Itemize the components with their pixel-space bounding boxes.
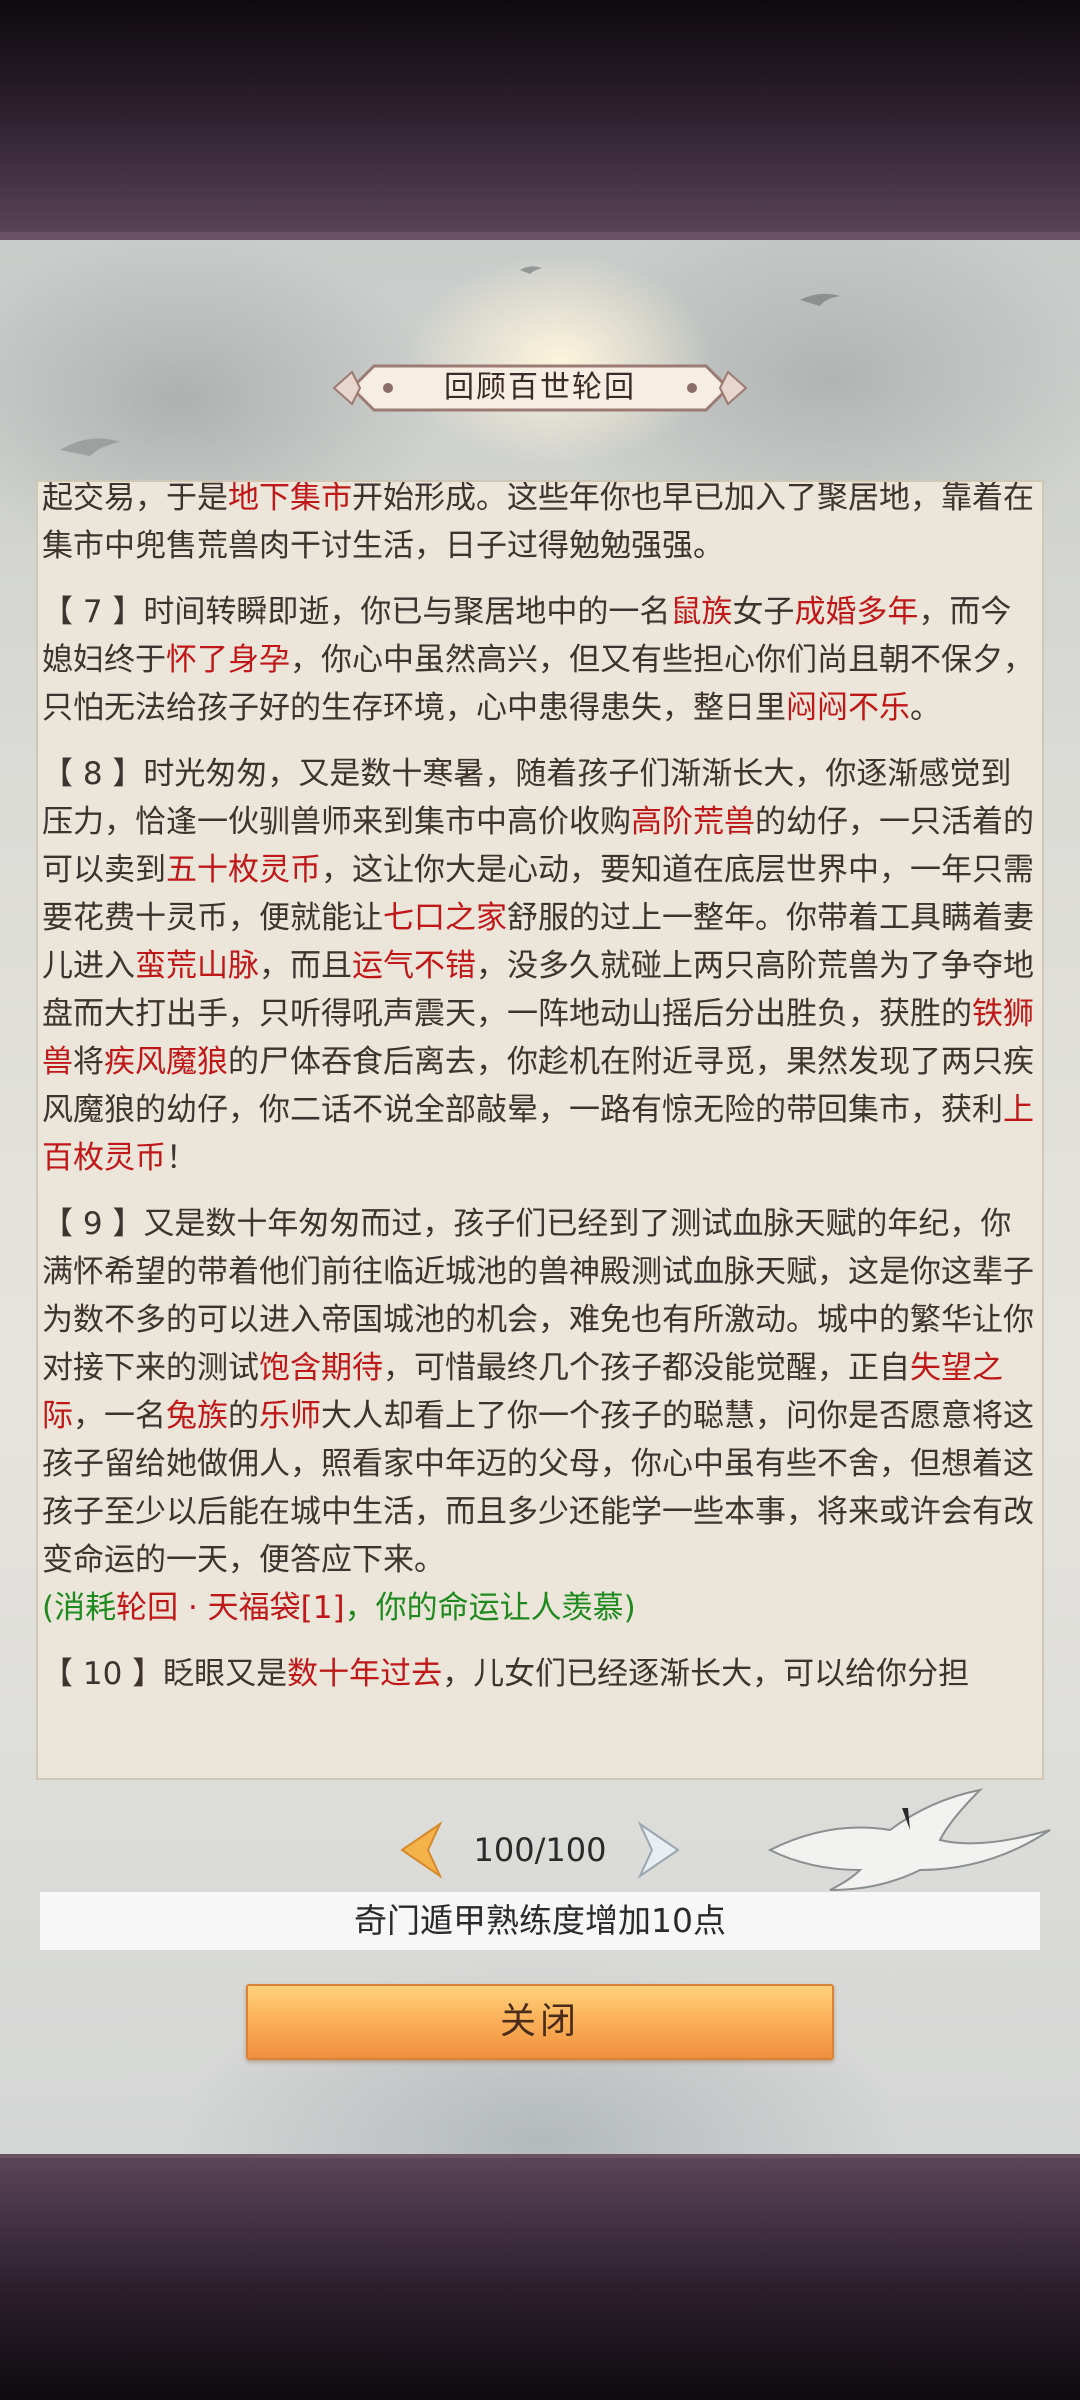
story-paragraph-9: 【 9 】又是数十年匆匆而过，孩子们已经到了测试血脉天赋的年纪，你满怀希望的带着… [42, 1200, 1042, 1584]
story-scroll-area[interactable]: 起交易，于是地下集市开始形成。这些年你也早已加入了聚居地，靠着在集市中兜售荒兽肉… [36, 480, 1044, 1780]
highlighted-term: 高阶荒兽 [631, 804, 755, 840]
highlighted-term: 成婚多年 [794, 594, 919, 630]
highlighted-term: 疾风魔狼 [104, 1044, 228, 1080]
story-text-segment: ，你的命运让人羡慕) [344, 1590, 636, 1626]
close-button[interactable]: 关闭 [246, 1984, 834, 2060]
highlighted-term: 闷闷不乐 [786, 690, 910, 726]
story-paragraph-intro: 起交易，于是地下集市开始形成。这些年你也早已加入了聚居地，靠着在集市中兜售荒兽肉… [42, 480, 1042, 570]
chevron-left-icon [400, 1821, 443, 1879]
story-paragraph-10: 【 10 】眨眼又是数十年过去，儿女们已经逐渐长大，可以给你分担 [42, 1650, 1042, 1698]
pager: 100/100 [0, 1820, 1080, 1880]
highlighted-term: 蛮荒山脉 [135, 948, 259, 984]
reward-message: 奇门遁甲熟练度增加10点 [40, 1892, 1040, 1950]
story-text-segment: 起交易，于是 [42, 480, 228, 516]
chevron-right-icon [637, 1821, 680, 1879]
story-text-segment: 女子 [732, 594, 795, 630]
highlighted-term: 兔族 [166, 1398, 228, 1434]
next-page-button[interactable] [632, 1820, 688, 1880]
frame-top-edge [0, 232, 1080, 240]
story-text-segment: 【 10 】眨眼又是 [42, 1656, 288, 1692]
story-text-segment: 的 [228, 1398, 259, 1434]
story-text-segment: (消耗 [42, 1590, 117, 1626]
highlighted-term: 地下集市 [228, 480, 352, 516]
review-dialog: 回顾百世轮回 起交易，于是地下集市开始形成。这些年你也早已加入了聚居地，靠着在集… [0, 240, 1080, 2154]
page-indicator: 100/100 [473, 1831, 607, 1869]
story-note-9: (消耗轮回 · 天福袋[1]，你的命运让人羡慕) [42, 1584, 1042, 1632]
story-text-segment: ，儿女们已经逐渐长大，可以给你分担 [442, 1656, 970, 1692]
highlighted-term: 轮回 · 天福袋[1] [116, 1590, 345, 1626]
highlighted-term: 鼠族 [670, 594, 733, 630]
story-text-segment: ！ [166, 1140, 197, 1176]
story-text-segment: ，一名 [73, 1398, 166, 1434]
highlighted-term: 五十枚灵币 [166, 852, 321, 888]
dialog-title: 回顾百世轮回 [444, 370, 636, 405]
story-text-segment: 【 7 】时间转瞬即逝，你已与聚居地中的一名 [42, 594, 671, 630]
story-text-segment: ，而且 [259, 948, 352, 984]
bottom-background [0, 2158, 1080, 2400]
story-paragraph-7: 【 7 】时间转瞬即逝，你已与聚居地中的一名鼠族女子成婚多年，而今媳妇终于怀了身… [42, 588, 1042, 732]
story-text-segment: 。 [910, 690, 941, 726]
prev-page-button[interactable] [392, 1820, 448, 1880]
story-text-segment: 将 [73, 1044, 104, 1080]
highlighted-term: 运气不错 [352, 948, 476, 984]
highlighted-term: 七口之家 [383, 900, 507, 936]
highlighted-term: 乐师 [259, 1398, 321, 1434]
story-text-segment: ，可惜最终几个孩子都没能觉醒，正自 [383, 1350, 910, 1386]
top-background [0, 0, 1080, 238]
highlighted-term: 饱含期待 [259, 1350, 383, 1386]
title-banner: 回顾百世轮回 [330, 352, 750, 424]
story-paragraph-8: 【 8 】时光匆匆，又是数十寒暑，随着孩子们渐渐长大，你逐渐感觉到压力，恰逢一伙… [42, 750, 1042, 1182]
highlighted-term: 怀了身孕 [166, 642, 290, 678]
highlighted-term: 数十年过去 [287, 1656, 443, 1692]
story-text: 起交易，于是地下集市开始形成。这些年你也早已加入了聚居地，靠着在集市中兜售荒兽肉… [38, 480, 1042, 1716]
